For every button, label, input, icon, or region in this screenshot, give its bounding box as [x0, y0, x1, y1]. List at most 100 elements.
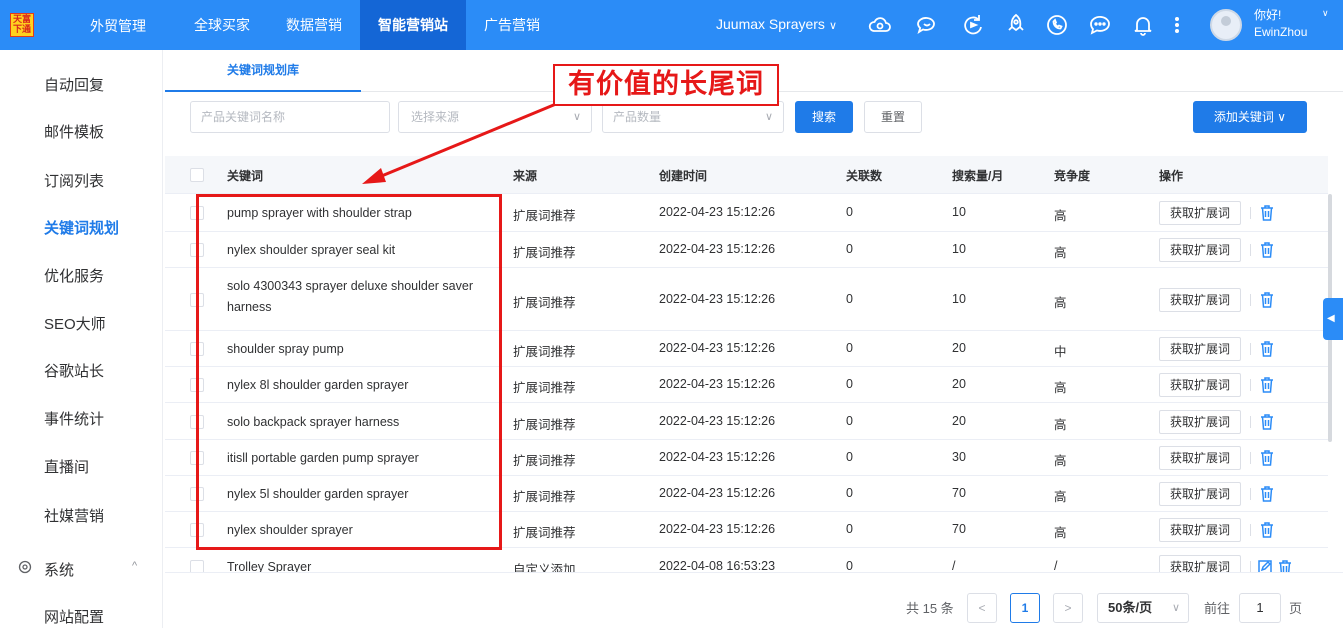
trash-icon[interactable] — [1259, 340, 1275, 358]
volume-cell: 10 — [952, 292, 966, 306]
volume-cell: 30 — [952, 450, 966, 464]
nav-item-ad-marketing[interactable]: 广告营销 — [466, 0, 558, 50]
sidebar-item-auto-reply[interactable]: 自动回复 — [44, 74, 104, 95]
competition-cell: 高 — [1054, 490, 1067, 504]
get-extended-keywords-button[interactable]: 获取扩展词 — [1159, 446, 1241, 470]
trash-icon[interactable] — [1259, 521, 1275, 539]
sidebar-item-event-stats[interactable]: 事件统计 — [44, 408, 104, 429]
collapse-panel-handle[interactable]: ◀ — [1323, 298, 1343, 340]
volume-cell: 10 — [952, 242, 966, 256]
sidebar-item-site-config[interactable]: 网站配置 — [44, 606, 104, 627]
company-switcher[interactable]: Juumax Sprayers ∨ — [716, 16, 837, 32]
chevron-down-icon[interactable]: ∨ — [1322, 8, 1329, 19]
trash-icon[interactable] — [1259, 449, 1275, 467]
trash-icon[interactable] — [1259, 485, 1275, 503]
select-all-checkbox[interactable] — [190, 168, 204, 182]
bell-icon[interactable] — [1130, 12, 1156, 38]
rocket-icon[interactable] — [1003, 12, 1029, 38]
trash-icon[interactable] — [1259, 291, 1275, 309]
sidebar-item-google-webmaster[interactable]: 谷歌站长 — [44, 360, 104, 381]
source-cell: 扩展词推荐 — [513, 296, 576, 310]
sidebar-item-optimization[interactable]: 优化服务 — [44, 265, 104, 286]
created-cell: 2022-04-23 15:12:26 — [659, 486, 776, 500]
source-cell: 扩展词推荐 — [513, 381, 576, 395]
header-keyword[interactable]: 关键词 — [227, 167, 263, 184]
competition-cell: 高 — [1054, 209, 1067, 223]
more-icon[interactable] — [1164, 12, 1190, 38]
header-related[interactable]: 关联数 — [846, 167, 882, 184]
settings-icon — [18, 560, 32, 574]
header-created[interactable]: 创建时间 — [659, 167, 707, 184]
related-cell: 0 — [846, 450, 853, 464]
avatar[interactable] — [1210, 9, 1242, 41]
add-keyword-button[interactable]: 添加关键词 ∨ — [1193, 101, 1307, 133]
competition-cell: / — [1054, 559, 1058, 573]
chevron-up-icon[interactable]: ^ — [132, 560, 137, 572]
tab-keyword-library[interactable]: 关键词规划库 — [165, 50, 361, 92]
related-cell: 0 — [846, 205, 853, 219]
get-extended-keywords-button[interactable]: 获取扩展词 — [1159, 288, 1241, 312]
sidebar-item-email-templates[interactable]: 邮件模板 — [44, 121, 104, 142]
get-extended-keywords-button[interactable]: 获取扩展词 — [1159, 410, 1241, 434]
prev-page-button[interactable]: < — [967, 593, 997, 623]
related-cell: 0 — [846, 522, 853, 536]
header-competition[interactable]: 竞争度 — [1054, 167, 1090, 184]
get-extended-keywords-button[interactable]: 获取扩展词 — [1159, 201, 1241, 225]
related-cell: 0 — [846, 242, 853, 256]
page-number-current[interactable]: 1 — [1010, 593, 1040, 623]
cloud-icon[interactable] — [867, 12, 893, 38]
related-cell: 0 — [846, 559, 853, 573]
header-source[interactable]: 来源 — [513, 167, 537, 184]
related-cell: 0 — [846, 414, 853, 428]
nav-item-data-marketing[interactable]: 数据营销 — [268, 0, 360, 50]
created-cell: 2022-04-23 15:12:26 — [659, 377, 776, 391]
sidebar-item-keyword-planning[interactable]: 关键词规划 — [44, 217, 119, 238]
refresh-icon[interactable] — [960, 12, 986, 38]
volume-cell: 10 — [952, 205, 966, 219]
get-extended-keywords-button[interactable]: 获取扩展词 — [1159, 482, 1241, 506]
competition-cell: 中 — [1054, 345, 1067, 359]
app-title[interactable]: 外贸管理 — [90, 16, 146, 36]
main-nav: 全球买家 数据营销 智能营销站 广告营销 — [176, 0, 558, 50]
highlight-box — [196, 194, 502, 550]
get-extended-keywords-button[interactable]: 获取扩展词 — [1159, 337, 1241, 361]
source-cell: 扩展词推荐 — [513, 454, 576, 468]
sidebar-group-system[interactable]: 系统 — [44, 559, 74, 580]
page-suffix: 页 — [1289, 601, 1303, 616]
get-extended-keywords-button[interactable]: 获取扩展词 — [1159, 373, 1241, 397]
nav-item-global-buyers[interactable]: 全球买家 — [176, 0, 268, 50]
sidebar-item-subscriptions[interactable]: 订阅列表 — [44, 170, 104, 191]
created-cell: 2022-04-23 15:12:26 — [659, 242, 776, 256]
goto-page-input[interactable]: 1 — [1239, 593, 1281, 623]
sidebar-item-seo-master[interactable]: SEO大师 — [44, 313, 106, 334]
get-extended-keywords-button[interactable]: 获取扩展词 — [1159, 518, 1241, 542]
user-greeting[interactable]: 你好! EwinZhou — [1254, 7, 1307, 41]
keyword-name-input[interactable]: 产品关键词名称 — [190, 101, 390, 133]
source-cell: 扩展词推荐 — [513, 418, 576, 432]
nav-item-smart-marketing-site[interactable]: 智能营销站 — [360, 0, 466, 50]
chat-bubble-icon[interactable] — [914, 12, 940, 38]
brand-logo[interactable]: 天富 下通 — [10, 13, 34, 37]
sidebar-item-social-marketing[interactable]: 社媒营销 — [44, 505, 104, 526]
trash-icon[interactable] — [1259, 413, 1275, 431]
phone-icon[interactable] — [1044, 12, 1070, 38]
trash-icon[interactable] — [1259, 204, 1275, 222]
get-extended-keywords-button[interactable]: 获取扩展词 — [1159, 238, 1241, 262]
trash-icon[interactable] — [1259, 376, 1275, 394]
sidebar: 自动回复 邮件模板 订阅列表 关键词规划 优化服务 SEO大师 谷歌站长 事件统… — [0, 50, 163, 628]
next-page-button[interactable]: > — [1053, 593, 1083, 623]
chevron-down-icon: ∨ — [1277, 110, 1287, 124]
related-cell: 0 — [846, 341, 853, 355]
sidebar-item-live-room[interactable]: 直播间 — [44, 456, 89, 477]
message-icon[interactable] — [1087, 12, 1113, 38]
competition-cell: 高 — [1054, 381, 1067, 395]
page-size-select[interactable]: 50条/页 ∨ — [1097, 593, 1189, 623]
created-cell: 2022-04-23 15:12:26 — [659, 450, 776, 464]
volume-cell: 20 — [952, 377, 966, 391]
header-volume[interactable]: 搜索量/月 — [952, 167, 1003, 184]
greeting-text: 你好! — [1254, 8, 1282, 22]
reset-button[interactable]: 重置 — [864, 101, 922, 133]
action-divider — [1250, 244, 1251, 256]
search-button[interactable]: 搜索 — [795, 101, 853, 133]
trash-icon[interactable] — [1259, 241, 1275, 259]
